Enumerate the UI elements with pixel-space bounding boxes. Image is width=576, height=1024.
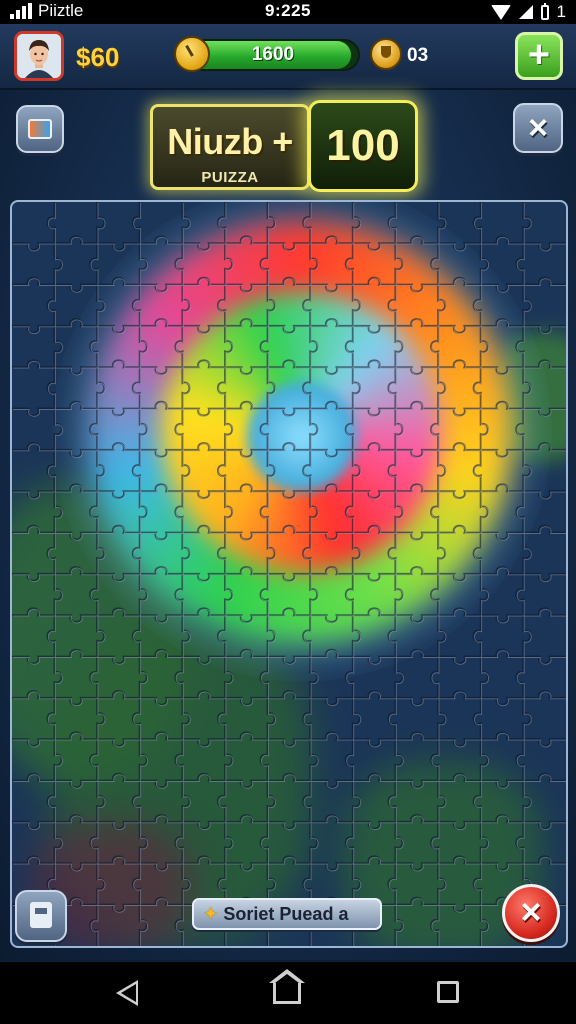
energy-value: 1600 [251, 44, 295, 65]
piece-tray-button[interactable] [15, 890, 67, 942]
puzzle-title-banner: Niuzb + PUIZZA [150, 104, 310, 190]
piece-tray-icon [30, 902, 52, 928]
wifi-icon [490, 4, 511, 20]
image-menu-icon [28, 119, 52, 139]
score-badge: 100 [308, 100, 418, 192]
navigation-bar [0, 962, 576, 1024]
score-value: 100 [326, 121, 400, 170]
battery-text: 1 [556, 2, 566, 21]
cellular-icon [518, 5, 533, 19]
top-hud: $60 1600 03 + [0, 24, 576, 90]
hint-button[interactable]: ✦ Soriet Puead a [192, 898, 382, 930]
add-currency-button[interactable]: + [515, 32, 563, 80]
coin-count: $60 [76, 42, 120, 72]
battery-icon [540, 2, 549, 20]
star-icon: ✦ [204, 906, 218, 923]
exit-button[interactable]: × [502, 884, 560, 942]
piece-seams-highlight [12, 202, 566, 946]
avatar[interactable] [14, 31, 64, 81]
puzzle-subtitle: PUIZZA [201, 169, 259, 186]
close-icon: × [528, 109, 548, 147]
puzzle-board[interactable] [10, 200, 568, 948]
clock-icon [174, 36, 210, 72]
status-bar: Piiztle 9:225 1 [0, 0, 576, 24]
recent-apps-icon[interactable] [437, 981, 459, 1003]
hint-label: Soriet Puead a [223, 903, 349, 924]
piece-seams-shadow [12, 202, 566, 946]
image-menu-button[interactable] [16, 105, 64, 153]
trophy-count: 03 [407, 45, 429, 66]
back-icon[interactable] [116, 980, 138, 1006]
trophy-icon [370, 38, 402, 70]
energy-bar: 1600 [186, 39, 360, 71]
avatar-portrait [17, 34, 61, 78]
puzzle-title: Niuzb + [167, 121, 293, 162]
puzzle-piece-grid [12, 202, 566, 946]
close-puzzle-button[interactable]: × [513, 103, 563, 153]
home-icon[interactable] [269, 969, 305, 1004]
